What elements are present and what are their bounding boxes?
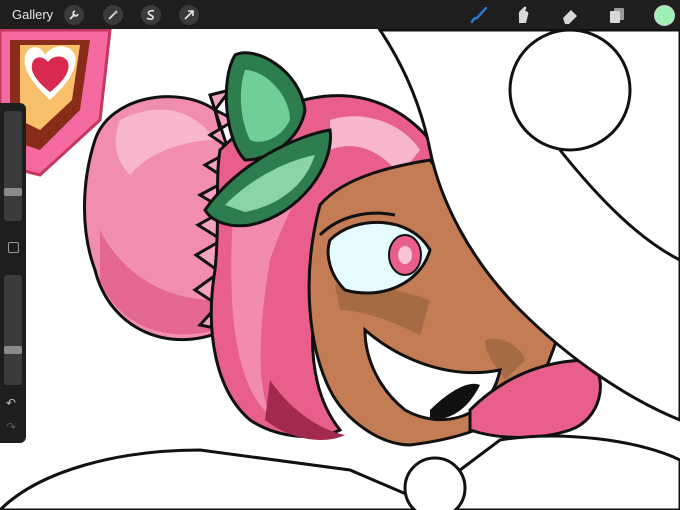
magic-wand-icon[interactable]: [103, 5, 123, 25]
gallery-button[interactable]: Gallery: [12, 7, 53, 22]
brush-size-slider[interactable]: [4, 111, 22, 221]
drawing-canvas[interactable]: [0, 0, 680, 510]
collar: [0, 434, 680, 510]
selection-icon[interactable]: [141, 5, 161, 25]
brush-icon[interactable]: [468, 4, 490, 26]
transform-arrow-icon[interactable]: [179, 5, 199, 25]
layers-icon[interactable]: [606, 4, 628, 26]
opacity-slider[interactable]: [4, 275, 22, 385]
color-picker-swatch[interactable]: [654, 5, 675, 26]
square-modify-icon[interactable]: [8, 242, 19, 253]
top-toolbar: Gallery: [0, 0, 680, 29]
redo-icon[interactable]: ↷: [6, 421, 16, 433]
wrench-icon[interactable]: [64, 5, 84, 25]
eraser-icon[interactable]: [559, 4, 581, 26]
brush-size-thumb[interactable]: [4, 187, 22, 196]
undo-icon[interactable]: ↶: [6, 397, 16, 409]
opacity-thumb[interactable]: [4, 346, 22, 355]
left-sidebar: ↶ ↷: [0, 103, 26, 443]
smudge-icon[interactable]: [512, 4, 534, 26]
